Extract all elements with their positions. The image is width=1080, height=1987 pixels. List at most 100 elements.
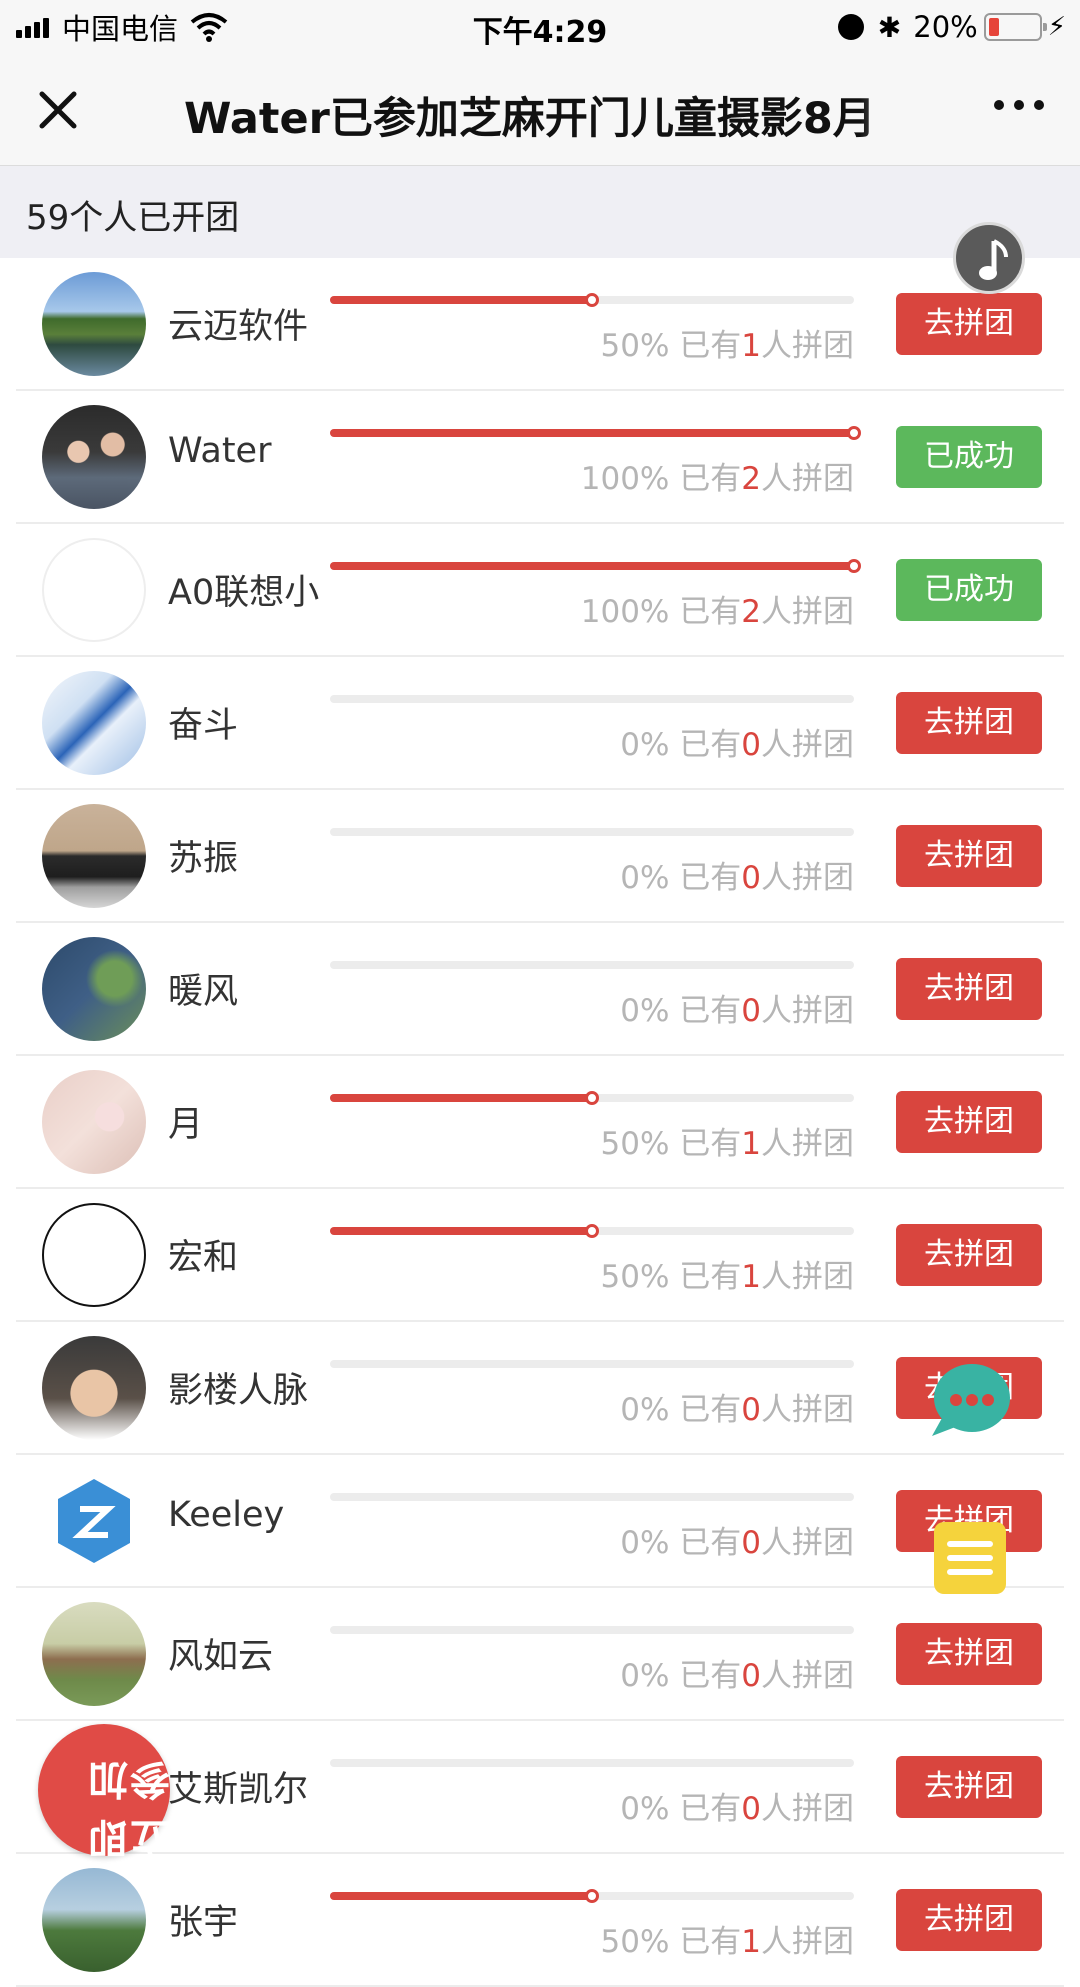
avatar bbox=[42, 1203, 146, 1307]
avatar bbox=[42, 1469, 146, 1573]
participant-name: 云迈软件 bbox=[168, 307, 309, 347]
close-icon[interactable] bbox=[30, 82, 86, 138]
join-group-button[interactable]: 去拼团 bbox=[896, 1889, 1042, 1951]
joined-prefix: 已有 bbox=[679, 461, 742, 497]
joined-count: 0 bbox=[741, 860, 761, 896]
avatar bbox=[42, 1868, 146, 1972]
join-group-button[interactable]: 去拼团 bbox=[896, 1224, 1042, 1286]
progress-bar bbox=[330, 1224, 854, 1238]
joined-prefix: 已有 bbox=[679, 1392, 742, 1428]
join-group-button[interactable]: 去拼团 bbox=[896, 1756, 1042, 1818]
alarm-icon bbox=[837, 14, 864, 40]
progress-text: 0% 已有0人拼团 bbox=[620, 1517, 854, 1562]
joined-suffix: 人拼团 bbox=[761, 461, 854, 497]
list-item: 云迈软件 50% 已有1人拼团 去拼团 bbox=[0, 258, 1080, 391]
list-item: 奋斗 0% 已有0人拼团 去拼团 bbox=[0, 657, 1080, 790]
list-item: 宏和 50% 已有1人拼团 去拼团 bbox=[0, 1189, 1080, 1322]
progress-knob bbox=[847, 426, 861, 440]
group-count: 59个人已开团 bbox=[26, 198, 240, 238]
progress-bar bbox=[330, 1091, 854, 1105]
joined-count: 1 bbox=[741, 328, 761, 364]
join-group-button[interactable]: 去拼团 bbox=[896, 293, 1042, 355]
progress-percent: 0% bbox=[620, 860, 670, 896]
music-note-icon[interactable] bbox=[953, 222, 1025, 294]
participant-name: 风如云 bbox=[168, 1637, 274, 1677]
list-item: 暖风 0% 已有0人拼团 去拼团 bbox=[0, 923, 1080, 1056]
progress-text: 50% 已有1人拼团 bbox=[601, 320, 855, 365]
participant-name: 奋斗 bbox=[168, 706, 239, 746]
progress-text: 0% 已有0人拼团 bbox=[620, 985, 854, 1030]
joined-suffix: 人拼团 bbox=[761, 860, 854, 896]
progress-text: 100% 已有2人拼团 bbox=[581, 453, 854, 498]
chat-bubble-icon[interactable] bbox=[928, 1362, 1012, 1442]
joined-count: 2 bbox=[741, 594, 761, 630]
participant-name: 暖风 bbox=[168, 972, 239, 1012]
avatar bbox=[42, 538, 146, 642]
joined-suffix: 人拼团 bbox=[761, 1392, 854, 1428]
joined-suffix: 人拼团 bbox=[761, 1924, 854, 1960]
progress-percent: 0% bbox=[620, 1525, 670, 1561]
join-group-button[interactable]: 去拼团 bbox=[896, 1623, 1042, 1685]
joined-count: 0 bbox=[741, 1392, 761, 1428]
list-item: 月 50% 已有1人拼团 去拼团 bbox=[0, 1056, 1080, 1189]
progress-text: 0% 已有0人拼团 bbox=[620, 719, 854, 764]
progress-text: 50% 已有1人拼团 bbox=[601, 1118, 855, 1163]
progress-bar bbox=[330, 1360, 854, 1368]
progress-bar bbox=[330, 961, 854, 969]
avatar bbox=[42, 1336, 146, 1440]
participant-name: 宏和 bbox=[168, 1238, 239, 1278]
joined-prefix: 已有 bbox=[679, 993, 742, 1029]
avatar bbox=[42, 671, 146, 775]
progress-knob bbox=[585, 1889, 599, 1903]
joined-count: 0 bbox=[741, 1791, 761, 1827]
avatar bbox=[42, 804, 146, 908]
progress-percent: 100% bbox=[580, 461, 670, 497]
joined-count: 1 bbox=[741, 1924, 761, 1960]
joined-count: 1 bbox=[741, 1126, 761, 1162]
progress-fill bbox=[330, 1892, 592, 1900]
participant-name: 月 bbox=[168, 1105, 204, 1145]
battery-percent: 20% bbox=[913, 10, 978, 44]
more-icon[interactable] bbox=[984, 100, 1044, 110]
progress-bar bbox=[330, 1759, 854, 1767]
joined-count: 0 bbox=[741, 1658, 761, 1694]
join-group-button[interactable]: 去拼团 bbox=[896, 958, 1042, 1020]
progress-text: 50% 已有1人拼团 bbox=[601, 1916, 855, 1961]
joined-prefix: 已有 bbox=[679, 594, 742, 630]
progress-percent: 50% bbox=[600, 1126, 670, 1162]
progress-percent: 0% bbox=[620, 1791, 670, 1827]
progress-text: 50% 已有1人拼团 bbox=[601, 1251, 855, 1296]
joined-prefix: 已有 bbox=[679, 1126, 742, 1162]
join-now-stamp[interactable]: 立即参加 bbox=[38, 1724, 170, 1860]
progress-percent: 50% bbox=[600, 1259, 670, 1295]
progress-knob bbox=[585, 1224, 599, 1238]
navbar: Water已参加芝麻开门儿童摄影8月 bbox=[0, 54, 1080, 166]
join-group-button[interactable]: 去拼团 bbox=[896, 825, 1042, 887]
progress-fill bbox=[330, 296, 592, 304]
participant-list: 云迈软件 50% 已有1人拼团 去拼团 Water 100% 已有2人拼团 已成功 A0联想… bbox=[0, 258, 1080, 1987]
joined-prefix: 已有 bbox=[679, 328, 742, 364]
joined-prefix: 已有 bbox=[679, 1791, 742, 1827]
joined-suffix: 人拼团 bbox=[761, 594, 854, 630]
progress-text: 100% 已有2人拼团 bbox=[581, 586, 854, 631]
progress-fill bbox=[330, 1094, 592, 1102]
progress-percent: 0% bbox=[620, 1392, 670, 1428]
progress-text: 0% 已有0人拼团 bbox=[620, 1783, 854, 1828]
joined-count: 0 bbox=[741, 1525, 761, 1561]
progress-bar bbox=[330, 426, 861, 440]
join-group-button[interactable]: 去拼团 bbox=[896, 1091, 1042, 1153]
progress-fill bbox=[330, 1227, 592, 1235]
progress-bar bbox=[330, 1626, 854, 1634]
join-group-button[interactable]: 去拼团 bbox=[896, 692, 1042, 754]
note-list-icon[interactable] bbox=[932, 1518, 1008, 1596]
list-item: 苏振 0% 已有0人拼团 去拼团 bbox=[0, 790, 1080, 923]
joined-count: 2 bbox=[741, 461, 761, 497]
participant-name: 影楼人脉 bbox=[168, 1371, 309, 1411]
summary-bar: 59个人已开团 bbox=[0, 166, 1080, 258]
progress-text: 0% 已有0人拼团 bbox=[620, 852, 854, 897]
joined-suffix: 人拼团 bbox=[761, 993, 854, 1029]
joined-count: 0 bbox=[741, 993, 761, 1029]
success-button[interactable]: 已成功 bbox=[896, 559, 1042, 621]
progress-percent: 0% bbox=[620, 1658, 670, 1694]
success-button[interactable]: 已成功 bbox=[896, 426, 1042, 488]
